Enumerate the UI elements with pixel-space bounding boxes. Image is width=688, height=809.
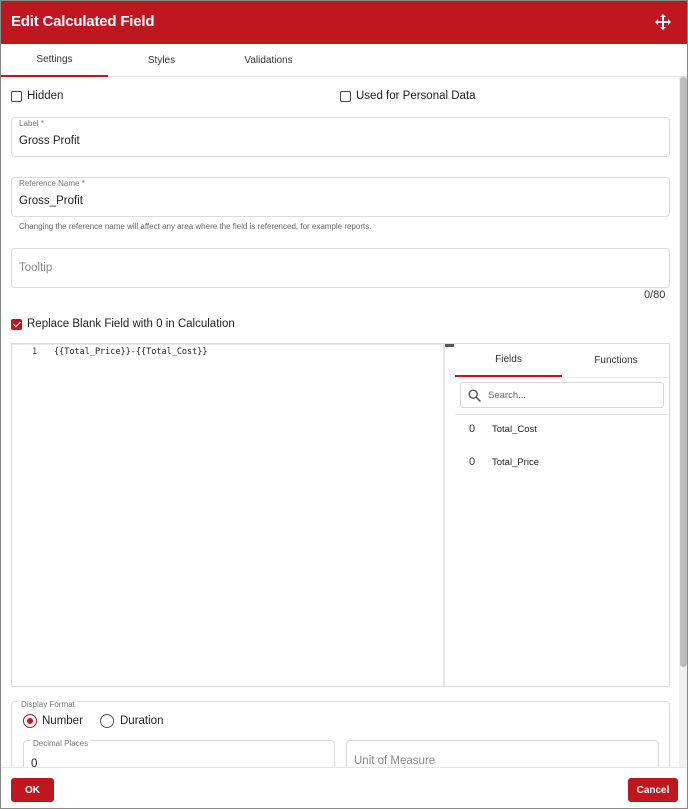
ok-button[interactable]: OK	[11, 778, 54, 802]
dialog-title: Edit Calculated Field	[11, 13, 155, 30]
reference-name-value[interactable]: Gross_Profit	[19, 195, 83, 207]
formula-code-line[interactable]: {{Total_Price}}-{{Total_Cost}}	[54, 347, 208, 357]
tab-validations[interactable]: Validations	[215, 44, 322, 77]
formula-code-editor[interactable]: 1 {{Total_Price}}-{{Total_Cost}}	[12, 344, 444, 686]
reference-name-field[interactable]: Reference Name * Gross_Profit	[11, 177, 670, 217]
label-field-label: Label *	[19, 119, 44, 128]
field-list-item[interactable]: 0 Total_Cost	[455, 415, 670, 445]
tooltip-field[interactable]: Tooltip	[11, 248, 670, 288]
edit-calculated-field-dialog: Edit Calculated Field Settings Styles Va…	[0, 0, 688, 809]
tab-bar: Settings Styles Validations	[1, 44, 687, 77]
tab-functions[interactable]: Functions	[562, 344, 670, 377]
editor-top-border	[12, 344, 444, 345]
label-field[interactable]: Label * Gross Profit	[11, 117, 670, 157]
duration-radio[interactable]	[100, 714, 114, 728]
unit-of-measure-placeholder: Unit of Measure	[354, 755, 436, 767]
duration-radio-label: Duration	[120, 715, 164, 727]
line-number: 1	[32, 347, 38, 357]
cancel-button[interactable]: Cancel	[628, 778, 678, 802]
replace-blank-checkbox[interactable]	[11, 319, 22, 330]
personal-data-label: Used for Personal Data	[356, 90, 476, 102]
reference-name-label: Reference Name *	[19, 179, 85, 188]
field-name: Total_Cost	[492, 424, 537, 435]
field-search-input[interactable]: Search...	[460, 382, 664, 408]
dialog-footer: OK Cancel	[1, 767, 687, 808]
field-list-item[interactable]: 0 Total_Price	[455, 448, 670, 478]
decimal-places-label: Decimal Places	[31, 739, 91, 748]
tab-styles[interactable]: Styles	[108, 44, 215, 77]
tooltip-placeholder: Tooltip	[19, 262, 53, 274]
display-format-label: Display Format	[19, 700, 77, 709]
tooltip-char-counter: 0/80	[644, 289, 666, 301]
personal-data-checkbox[interactable]	[340, 91, 351, 102]
editor-overview-ruler	[444, 344, 454, 686]
dialog-header[interactable]: Edit Calculated Field	[1, 1, 687, 44]
formula-editor-container: 1 {{Total_Price}}-{{Total_Cost}} Fields …	[11, 343, 670, 687]
search-placeholder: Search...	[488, 390, 527, 401]
replace-blank-label: Replace Blank Field with 0 in Calculatio…	[27, 318, 235, 330]
number-radio-label: Number	[42, 715, 83, 727]
side-tab-divider	[455, 377, 670, 378]
tab-fields[interactable]: Fields	[455, 344, 562, 377]
search-icon	[468, 389, 481, 402]
number-radio[interactable]	[23, 714, 37, 728]
label-field-value[interactable]: Gross Profit	[19, 135, 80, 147]
number-type-icon: 0	[469, 456, 476, 468]
field-name: Total_Price	[492, 457, 539, 468]
editor-ruler-marker	[445, 344, 454, 347]
hidden-label: Hidden	[27, 90, 64, 102]
scrollbar-thumb[interactable]	[680, 77, 687, 667]
fields-functions-panel: Fields Functions Search... 0 Total_Cost …	[455, 344, 670, 686]
reference-name-hint: Changing the reference name will affect …	[19, 222, 372, 231]
tab-settings[interactable]: Settings	[1, 44, 108, 77]
number-type-icon: 0	[469, 423, 476, 435]
hidden-checkbox[interactable]	[11, 91, 22, 102]
move-arrows-icon[interactable]	[655, 14, 671, 30]
